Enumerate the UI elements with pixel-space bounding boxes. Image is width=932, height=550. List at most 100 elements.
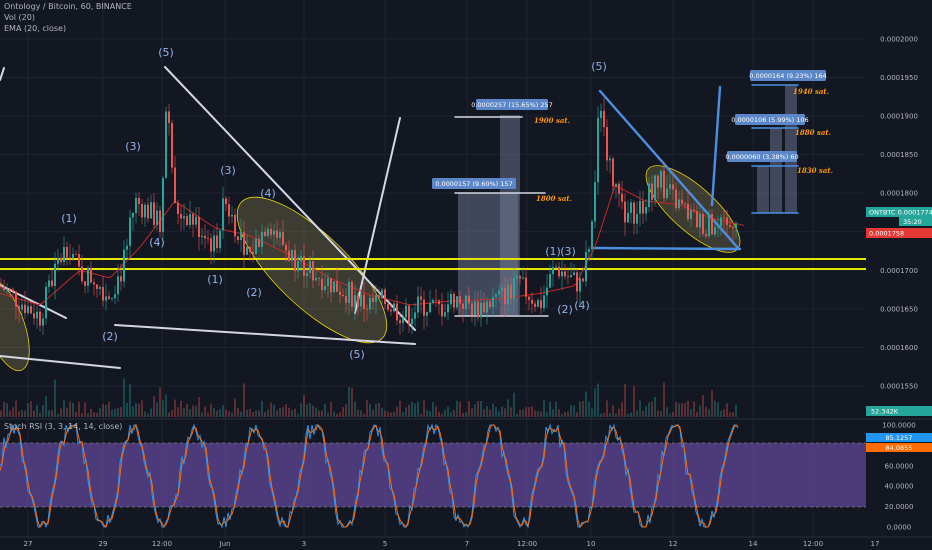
candle-body <box>513 278 515 300</box>
volume-bar <box>597 383 599 417</box>
candle-body <box>531 299 533 304</box>
candle-body <box>579 278 581 292</box>
candle-body <box>168 111 170 123</box>
volume-bar <box>672 411 674 417</box>
candle-body <box>48 280 50 287</box>
volume-bar <box>180 400 182 417</box>
volume-bar <box>120 407 122 417</box>
candle-body <box>222 198 224 231</box>
volume-bar <box>633 386 635 417</box>
volume-bar <box>696 411 698 417</box>
measure-box-1830[interactable] <box>757 166 769 213</box>
volume-bar <box>255 410 257 417</box>
volume-bar <box>339 412 341 417</box>
volume-bar <box>75 411 77 417</box>
candle-body <box>468 295 470 304</box>
volume-bar <box>417 401 419 417</box>
trendline-breakout-2 <box>710 85 722 207</box>
candle-body <box>423 299 425 316</box>
volume-bar <box>702 395 704 417</box>
time-tick-1: 29 <box>99 540 108 548</box>
volume-bar <box>228 410 230 417</box>
volume-bar <box>474 404 476 417</box>
volume-bar <box>501 406 503 417</box>
volume-bar <box>345 404 347 417</box>
measure-note-1: 1900 sat. <box>534 116 570 125</box>
candle-body <box>453 293 455 308</box>
measure-label-1: 0.0000257 (15.65%) 257 <box>471 101 553 109</box>
volume-bar <box>279 407 281 417</box>
candle-body <box>165 111 167 179</box>
candle-body <box>411 318 413 325</box>
candle-body <box>414 312 416 319</box>
candle-body <box>57 257 59 264</box>
candle-body <box>561 271 563 277</box>
time-tick-3: Jun <box>219 540 231 548</box>
candle-body <box>63 247 65 263</box>
candle-body <box>651 183 653 201</box>
volume-bar <box>477 400 479 417</box>
measure-note-0: 1800 sat. <box>536 194 572 203</box>
candle-body <box>396 303 398 321</box>
candle-body <box>54 263 56 287</box>
volume-legend: Vol (20) <box>4 13 35 22</box>
stoch-rsi-band <box>0 443 866 507</box>
rsi-k-label: 85.1257 <box>886 434 913 442</box>
volume-bar <box>360 410 362 417</box>
candle-body <box>306 272 308 276</box>
volume-bar <box>219 409 221 417</box>
volume-bar <box>261 400 263 417</box>
volume-bar <box>510 407 512 417</box>
volume-bar <box>297 413 299 417</box>
price-tick-2: 0.0001900 <box>880 113 918 121</box>
volume-bar <box>45 396 47 417</box>
candle-body <box>528 296 530 300</box>
candle-body <box>543 295 545 309</box>
volume-bar <box>99 408 101 417</box>
candle-body <box>603 110 605 128</box>
rsi-d-label: 84.0855 <box>886 444 913 452</box>
candle-body <box>570 275 572 278</box>
volume-bars <box>0 378 737 417</box>
candle-body <box>642 200 644 214</box>
candle-body <box>702 214 704 234</box>
candle-body <box>249 246 251 253</box>
volume-bar <box>390 412 392 417</box>
candle-body <box>285 244 287 251</box>
measure-box-1940[interactable] <box>785 85 797 213</box>
candle-body <box>600 110 602 118</box>
volume-bar <box>66 407 68 417</box>
candle-body <box>117 276 119 295</box>
volume-bar <box>624 384 626 417</box>
volume-bar <box>690 408 692 417</box>
volume-bar <box>57 413 59 417</box>
wave-label-5: (1) <box>207 273 223 286</box>
candle-body <box>660 170 662 188</box>
volume-bar <box>324 403 326 417</box>
candle-body <box>69 257 71 259</box>
volume-bar <box>693 401 695 417</box>
time-tick-4: 3 <box>302 540 306 548</box>
volume-bar <box>183 408 185 417</box>
volume-bar <box>87 413 89 417</box>
volume-bar <box>582 401 584 417</box>
measure-label-2: 0.0000164 (9.23%) 164 <box>749 72 826 80</box>
candle-body <box>585 251 587 282</box>
time-tick-12: 17 <box>871 540 880 548</box>
volume-bar <box>645 406 647 417</box>
candle-body <box>624 201 626 223</box>
trendline-breakout-1 <box>354 117 401 314</box>
measure-box-1880[interactable] <box>770 128 782 213</box>
volume-bar <box>150 408 152 417</box>
candle-body <box>273 230 275 235</box>
candle-body <box>609 158 611 161</box>
rsi-tick-5: 0.0000 <box>887 524 912 532</box>
volume-bar <box>24 410 26 417</box>
wave-label-6: (2) <box>246 286 262 299</box>
wave-label-13: (4) <box>574 299 590 312</box>
volume-bar <box>363 413 365 417</box>
price-tick-0: 0.0002000 <box>880 36 918 44</box>
candle-body <box>450 293 452 305</box>
volume-bar <box>726 403 728 417</box>
candle-body <box>0 285 2 287</box>
